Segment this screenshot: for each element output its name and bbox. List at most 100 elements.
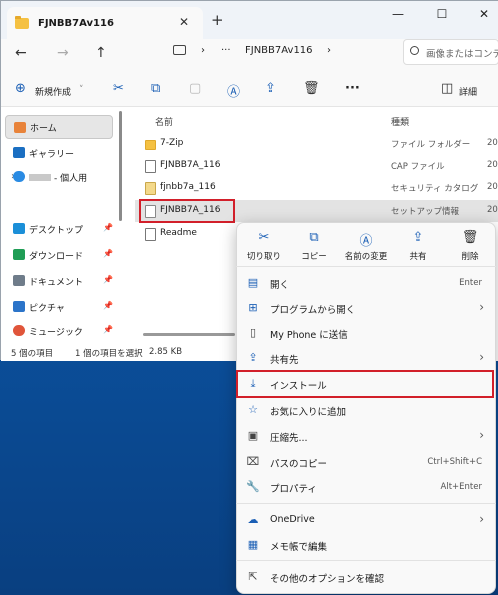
sidebar-item-label: ミュージック: [29, 327, 83, 338]
sidebar-item-desktop[interactable]: デスクトップ 📌: [5, 217, 113, 241]
maximize-button[interactable]: ☐: [429, 7, 455, 21]
more-options-icon[interactable]: ···: [345, 81, 360, 96]
file-row[interactable]: fjnbb7a_116 セキュリティ カタログ 20: [135, 177, 498, 199]
new-plus-icon[interactable]: ⊕: [15, 81, 26, 96]
paste-icon[interactable]: ▢: [189, 81, 201, 96]
menu-item-label: お気に入りに追加: [270, 407, 347, 418]
breadcrumb-separator[interactable]: ›: [201, 45, 205, 56]
new-button[interactable]: 新規作成: [35, 85, 71, 98]
menu-item-label: パスのコピー: [270, 459, 328, 470]
explorer-tab[interactable]: FJNBB7Av116 ✕: [7, 7, 203, 39]
phone-icon: ▯: [249, 326, 257, 339]
more-options-icon: ⇱: [248, 570, 258, 583]
this-pc-icon[interactable]: [173, 45, 186, 55]
menu-item-edit-in-notepad[interactable]: ▦ メモ帳で編集: [238, 532, 494, 558]
breadcrumb-folder[interactable]: FJNBB7Av116: [245, 45, 313, 56]
file-name: Readme: [160, 228, 197, 238]
chevron-right-icon: ›: [479, 428, 484, 442]
sidebar-item-label: ホーム: [30, 123, 57, 134]
picture-icon: [13, 301, 25, 312]
document-icon: [13, 275, 25, 286]
share-icon: ⇪: [412, 230, 424, 245]
breadcrumb-chevron-icon[interactable]: ›: [327, 45, 331, 56]
share-icon[interactable]: ⇪: [265, 81, 276, 96]
breadcrumb-more-icon[interactable]: ···: [221, 45, 231, 56]
up-button[interactable]: ↑: [95, 45, 107, 61]
forward-button[interactable]: →: [57, 45, 69, 61]
minimize-button[interactable]: —: [385, 7, 411, 21]
menu-item-share-with[interactable]: ⇪ 共有先 ›: [238, 345, 494, 371]
menu-item-shortcut: Ctrl+Shift+C: [427, 457, 482, 467]
sidebar-item-home[interactable]: ホーム: [5, 115, 113, 139]
rename-button[interactable]: Ⓐ 名前の変更: [338, 230, 394, 262]
cut-button[interactable]: ✂ 切り取り: [236, 230, 292, 262]
new-chevron-icon[interactable]: ˅: [79, 85, 84, 95]
sidebar-item-pictures[interactable]: ピクチャ 📌: [5, 295, 113, 319]
folder-icon: [145, 140, 156, 150]
menu-item-open-with[interactable]: ⊞ プログラムから開く ›: [238, 295, 494, 321]
menu-item-copy-path[interactable]: ⌧ パスのコピー Ctrl+Shift+C: [238, 449, 494, 475]
home-icon: [14, 122, 26, 133]
sidebar-item-documents[interactable]: ドキュメント 📌: [5, 269, 113, 293]
menu-item-label: 圧縮先...: [270, 433, 308, 444]
star-icon: ☆: [248, 403, 258, 416]
sidebar-item-onedrive[interactable]: - 個人用: [5, 165, 113, 189]
copy-icon[interactable]: ⧉: [151, 81, 160, 96]
cloud-icon: ☁: [247, 513, 259, 526]
quick-action-label: コピー: [301, 252, 327, 262]
menu-item-properties[interactable]: 🔧 プロパティ Alt+Enter: [238, 474, 494, 500]
file-date: 20: [487, 182, 498, 192]
desktop-icon: [13, 223, 25, 234]
menu-item-label: その他のオプションを確認: [270, 574, 385, 585]
sidebar-item-label: ダウンロード: [29, 251, 84, 262]
sidebar-item-label: - 個人用: [54, 173, 88, 184]
delete-button[interactable]: 🗑 削除: [442, 230, 498, 262]
file-date: 20: [487, 160, 498, 170]
horizontal-scrollbar[interactable]: [143, 333, 235, 336]
cut-icon[interactable]: ✂: [113, 81, 124, 96]
item-count: 5 個の項目: [11, 349, 54, 359]
pin-icon: 📌: [103, 223, 113, 232]
menu-item-shortcut: Enter: [459, 278, 482, 288]
sidebar-item-downloads[interactable]: ダウンロード 📌: [5, 243, 113, 267]
file-type: ファイル フォルダー: [391, 140, 471, 150]
selection-size: 2.85 KB: [149, 347, 183, 357]
delete-icon[interactable]: 🗑: [303, 81, 320, 96]
details-button[interactable]: 詳細: [459, 85, 477, 98]
rename-icon[interactable]: Ⓐ: [227, 81, 240, 100]
search-icon: [410, 46, 419, 55]
menu-item-show-more-options[interactable]: ⇱ その他のオプションを確認: [238, 564, 494, 590]
share-icon: ⇪: [248, 351, 258, 364]
menu-item-label: プログラムから開く: [270, 305, 356, 316]
details-pane-icon[interactable]: ◫: [441, 81, 453, 96]
cloud-icon: [13, 171, 25, 182]
tab-title: FJNBB7Av116: [38, 17, 114, 29]
sidebar-item-music[interactable]: ミュージック 📌: [5, 319, 113, 343]
close-button[interactable]: ✕: [471, 7, 497, 21]
chevron-right-icon: ›: [479, 300, 484, 314]
file-name: 7-Zip: [160, 138, 184, 148]
menu-item-send-to-phone[interactable]: ▯ My Phone に送信: [238, 320, 494, 346]
menu-item-add-to-favorites[interactable]: ☆ お気に入りに追加: [238, 397, 494, 423]
sidebar-item-label: デスクトップ: [29, 225, 84, 236]
file-row[interactable]: FJNBB7A_116 CAP ファイル 20: [135, 155, 498, 177]
sidebar-scrollbar[interactable]: [119, 111, 122, 221]
share-button[interactable]: ⇪ 共有: [390, 230, 446, 262]
menu-item-open[interactable]: ▤ 開く Enter: [238, 270, 494, 296]
back-button[interactable]: ←: [15, 45, 27, 61]
menu-item-compress-to[interactable]: ▣ 圧縮先... ›: [238, 423, 494, 449]
tab-close-icon[interactable]: ✕: [179, 15, 189, 29]
menu-item-label: OneDrive: [270, 514, 315, 525]
column-header-type[interactable]: 種類: [391, 115, 409, 128]
sidebar-item-gallery[interactable]: ギャラリー: [5, 141, 113, 165]
file-type: セキュリティ カタログ: [391, 184, 479, 194]
file-type: CAP ファイル: [391, 162, 445, 172]
copy-button[interactable]: ⧉ コピー: [286, 230, 342, 262]
column-header-name[interactable]: 名前: [155, 115, 173, 128]
highlight-install-item: [236, 370, 494, 398]
new-tab-button[interactable]: +: [211, 11, 224, 29]
selection-count: 1 個の項目を選択: [75, 349, 143, 359]
menu-item-label: My Phone に送信: [270, 330, 348, 341]
file-row[interactable]: 7-Zip ファイル フォルダー 20: [135, 133, 498, 155]
menu-item-onedrive[interactable]: ☁ OneDrive ›: [238, 507, 494, 533]
